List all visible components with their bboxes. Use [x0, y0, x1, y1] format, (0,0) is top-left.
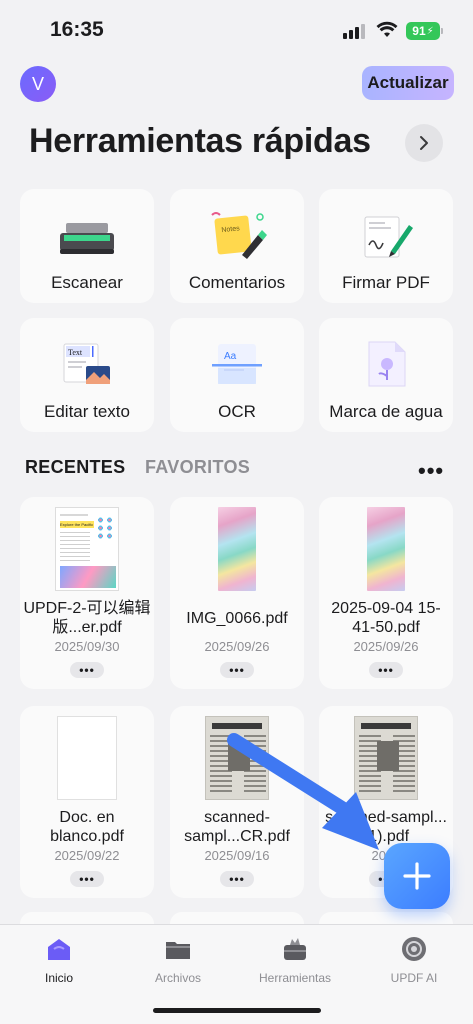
pointer-arrow-icon	[224, 730, 394, 865]
file-card[interactable]: 2025-09-04 15-41-50.pdf 2025/09/26 •••	[319, 497, 453, 689]
aa-label: Aa	[224, 351, 237, 362]
update-button[interactable]: Actualizar	[362, 66, 454, 100]
tool-label: Comentarios	[188, 273, 286, 292]
home-indicator	[153, 1008, 321, 1013]
nav-item-tools[interactable]: Herramientas	[240, 935, 350, 985]
quick-tools-title: Herramientas rápidas	[29, 122, 371, 160]
file-more-button[interactable]: •••	[220, 871, 254, 887]
file-date: 2025/09/22	[54, 848, 120, 863]
file-thumbnail	[205, 507, 269, 591]
nav-item-home[interactable]: Inicio	[4, 935, 114, 985]
avatar[interactable]: V	[20, 66, 56, 102]
tool-comments[interactable]: Notes Comentarios	[170, 189, 304, 303]
edit-text-icon: Text	[52, 334, 122, 394]
file-card[interactable]: Explore the Pacific UPDF-2-可以编辑版...er.pd…	[20, 497, 154, 689]
file-more-button[interactable]: •••	[369, 662, 403, 678]
tool-label: Escanear	[51, 273, 123, 292]
watermark-icon	[351, 334, 421, 394]
file-card[interactable]: Doc. en blanco.pdf 2025/09/22 •••	[20, 706, 154, 898]
file-card-peek	[319, 912, 453, 924]
tool-watermark[interactable]: Marca de agua	[319, 318, 453, 432]
file-more-button[interactable]: •••	[70, 662, 104, 678]
file-date: 2025/09/26	[353, 639, 419, 654]
file-card[interactable]: IMG_0066.pdf 2025/09/26 •••	[170, 497, 304, 689]
file-name: IMG_0066.pdf	[186, 609, 288, 627]
file-date: 2025/09/30	[54, 639, 120, 654]
file-card-peek	[170, 912, 304, 924]
tool-scan[interactable]: Escanear	[20, 189, 154, 303]
tool-label: Marca de agua	[329, 402, 443, 421]
plus-icon	[403, 862, 431, 890]
status-time: 16:35	[50, 18, 104, 41]
tool-label: OCR	[218, 402, 256, 421]
nav-item-ai[interactable]: UPDF AI	[359, 935, 469, 985]
tool-label: Firmar PDF	[342, 273, 430, 292]
file-date: 2025/09/26	[204, 639, 270, 654]
tool-ocr[interactable]: Aa OCR	[170, 318, 304, 432]
tool-edit-text[interactable]: Text Editar texto	[20, 318, 154, 432]
battery-indicator: 91 ⚡	[406, 22, 440, 40]
ocr-icon: Aa	[202, 334, 272, 394]
nav-label: Archivos	[154, 971, 201, 985]
add-button[interactable]	[384, 843, 450, 909]
file-card-peek	[20, 912, 154, 924]
file-more-button[interactable]: •••	[220, 662, 254, 678]
explore-title: Explore the Pacific	[60, 521, 94, 528]
more-options-icon[interactable]: •••	[418, 458, 444, 484]
battery-level: 91	[412, 24, 426, 38]
home-icon	[45, 935, 73, 963]
file-thumbnail	[354, 507, 418, 591]
nav-label: UPDF AI	[390, 971, 438, 985]
toolbox-icon	[281, 935, 309, 963]
file-name: UPDF-2-可以编辑版...er.pdf	[23, 600, 151, 636]
wifi-icon	[376, 21, 398, 44]
nav-item-files[interactable]: Archivos	[123, 935, 233, 985]
tab-favorites[interactable]: FAVORITOS	[145, 457, 250, 478]
nav-label: Herramientas	[258, 971, 332, 985]
file-name: Doc. en blanco.pdf	[50, 809, 124, 845]
file-name: 2025-09-04 15-41-50.pdf	[331, 600, 441, 636]
tool-sign[interactable]: Firmar PDF	[319, 189, 453, 303]
text-tag-label: Text	[68, 348, 83, 357]
file-more-button[interactable]: •••	[70, 871, 104, 887]
file-thumbnail	[55, 716, 119, 800]
folder-icon	[164, 935, 192, 963]
ai-icon	[400, 935, 428, 963]
sticky-note-icon: Notes	[202, 205, 272, 265]
battery-nub	[441, 28, 443, 34]
scanner-icon	[52, 205, 122, 265]
tool-label: Editar texto	[44, 402, 130, 421]
status-bar: 16:35 91 ⚡	[0, 0, 473, 60]
chevron-right-icon[interactable]	[405, 124, 443, 162]
tab-recent[interactable]: RECENTES	[25, 457, 125, 478]
file-thumbnail: Explore the Pacific	[55, 507, 119, 591]
signal-icon	[343, 24, 365, 39]
nav-label: Inicio	[44, 971, 73, 985]
signature-icon	[351, 205, 421, 265]
